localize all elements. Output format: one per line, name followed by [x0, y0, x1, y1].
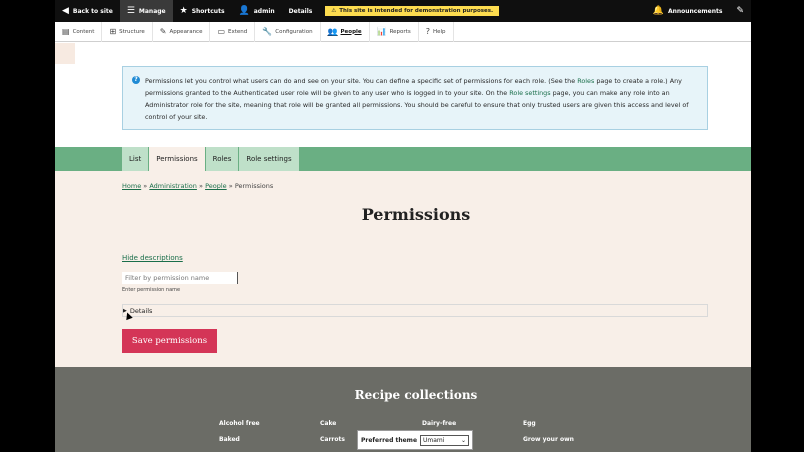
shortcuts-label: Shortcuts [191, 7, 225, 15]
people-icon: 👥 [327, 27, 338, 36]
tray-item-reports[interactable]: 📊 Reports [370, 21, 419, 42]
admin-toolbar: ◀ Back to site ☰ Manage ★ Shortcuts 👤 ad… [55, 0, 751, 22]
footer-link-dairy-free[interactable]: Dairy-free [422, 420, 456, 427]
footer-link-cake[interactable]: Cake [320, 420, 336, 427]
tray-item-extend[interactable]: ▭ Extend [210, 21, 256, 42]
admin-menu-tray: ▤ Content ⊞ Structure ✎ Appearance ▭ Ext… [55, 21, 751, 42]
theme-switcher: Preferred theme Umami ⌄ [357, 430, 473, 450]
tab-role-settings[interactable]: Role settings [239, 147, 299, 171]
configuration-icon: 🔧 [262, 27, 273, 36]
footer-link-grow-your-own[interactable]: Grow your own [523, 436, 574, 443]
tray-item-label: Reports [389, 28, 411, 35]
roles-link[interactable]: Roles [577, 77, 594, 85]
content-icon: ▤ [62, 27, 70, 36]
announcements-label: Announcements [667, 7, 723, 15]
bell-icon: 🔔 [652, 5, 664, 16]
tab-roles[interactable]: Roles [205, 147, 239, 171]
header-corner-block [55, 43, 75, 64]
permissions-help-message: ? Permissions let you control what users… [122, 66, 708, 130]
star-icon: ★ [179, 5, 188, 16]
user-label: admin [253, 7, 275, 15]
breadcrumb-administration[interactable]: Administration [149, 182, 197, 190]
footer-link-egg[interactable]: Egg [523, 420, 536, 427]
local-tasks-bar: List Permissions Roles Role settings [55, 147, 751, 171]
page-title: Permissions [361, 205, 471, 224]
appearance-icon: ✎ [159, 27, 167, 36]
back-to-site-link[interactable]: ◀ Back to site [55, 0, 120, 22]
page: ◀ Back to site ☰ Manage ★ Shortcuts 👤 ad… [55, 0, 751, 452]
breadcrumb: Home » Administration » People » Permiss… [122, 182, 273, 190]
breadcrumb-current: Permissions [234, 182, 274, 190]
breadcrumb-separator: » [143, 182, 148, 190]
theme-selected-value: Umami [423, 436, 445, 444]
tray-item-label: Structure [119, 28, 145, 35]
tray-item-label: Content [72, 28, 95, 35]
details-label: Details [288, 7, 313, 15]
tray-item-help[interactable]: ? Help [419, 21, 454, 42]
tray-item-content[interactable]: ▤ Content [55, 21, 103, 42]
chevron-down-icon: ⌄ [460, 436, 467, 444]
breadcrumb-home[interactable]: Home [122, 182, 141, 190]
reports-icon: 📊 [376, 27, 387, 36]
tray-item-label: Appearance [169, 28, 203, 35]
details-summary[interactable]: ▶ Details [122, 304, 708, 317]
warning-icon: ⚠ [331, 8, 337, 14]
edit-button[interactable]: ✎ [729, 0, 751, 22]
tab-list[interactable]: List [122, 147, 149, 171]
tray-item-people[interactable]: 👥 People [321, 21, 370, 42]
extend-icon: ▭ [217, 27, 226, 36]
manage-label: Manage [138, 7, 166, 15]
permission-filter-input[interactable] [122, 272, 238, 284]
tab-permissions[interactable]: Permissions [149, 147, 205, 171]
footer-link-baked[interactable]: Baked [219, 436, 240, 443]
theme-select[interactable]: Umami ⌄ [420, 434, 470, 446]
pencil-icon: ✎ [736, 5, 744, 16]
user-icon: 👤 [238, 5, 250, 16]
tray-item-configuration[interactable]: 🔧 Configuration [255, 21, 321, 42]
hide-descriptions-link[interactable]: Hide descriptions [122, 254, 183, 262]
toolbar-right: 🔔 Announcements ✎ [646, 0, 751, 22]
back-to-site-label: Back to site [72, 7, 113, 15]
help-icon: ? [425, 27, 430, 36]
tray-item-appearance[interactable]: ✎ Appearance [153, 21, 211, 42]
details-summary-label: Details [129, 306, 153, 315]
footer-link-carrots[interactable]: Carrots [320, 436, 345, 443]
breadcrumb-people[interactable]: People [205, 182, 227, 190]
theme-switcher-label: Preferred theme [361, 436, 418, 444]
save-permissions-button[interactable]: Save permissions [122, 329, 217, 353]
tray-item-structure[interactable]: ⊞ Structure [102, 21, 153, 42]
breadcrumb-separator: » [228, 182, 233, 190]
info-icon: ? [132, 76, 140, 84]
back-arrow-icon: ◀ [62, 5, 69, 16]
message-text-1: Permissions let you control what users c… [145, 77, 578, 85]
tray-item-label: Help [432, 28, 446, 35]
structure-icon: ⊞ [109, 27, 117, 36]
breadcrumb-separator: » [199, 182, 203, 190]
footer-title: Recipe collections [354, 388, 478, 402]
tray-item-label: Configuration [275, 28, 313, 35]
main-content: Home » Administration » People » Permiss… [55, 171, 751, 367]
hamburger-icon: ☰ [126, 5, 135, 16]
announcements-button[interactable]: 🔔 Announcements [646, 0, 730, 22]
details-button[interactable]: Details [282, 0, 320, 22]
filter-description: Enter permission name [122, 287, 181, 293]
tray-item-label: Extend [228, 28, 248, 35]
user-menu-button[interactable]: 👤 admin [232, 0, 282, 22]
role-settings-link[interactable]: Role settings [509, 89, 550, 97]
manage-button[interactable]: ☰ Manage [119, 0, 173, 22]
tabs: List Permissions Roles Role settings [122, 147, 300, 171]
warning-text: This site is intended for demonstration … [339, 8, 494, 14]
demo-warning-badge: ⚠ This site is intended for demonstratio… [325, 6, 500, 16]
shortcuts-button[interactable]: ★ Shortcuts [173, 0, 232, 22]
footer-link-alcohol-free[interactable]: Alcohol free [219, 420, 260, 427]
tray-item-label: People [340, 28, 362, 35]
